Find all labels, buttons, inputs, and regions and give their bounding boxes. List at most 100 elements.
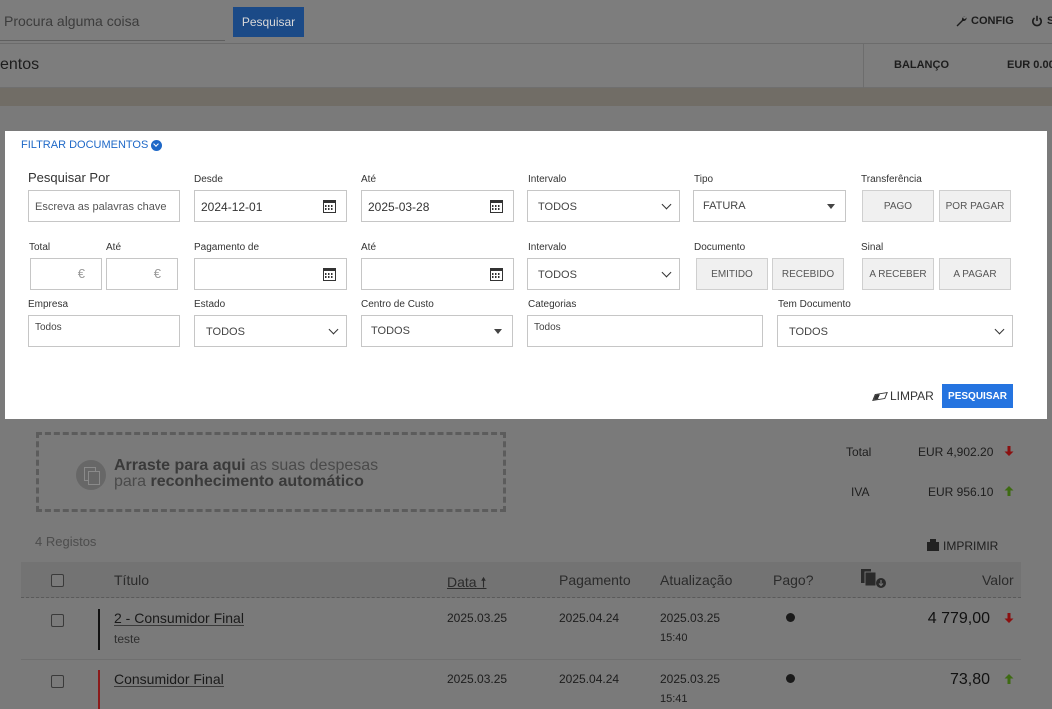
config-link[interactable]: CONFIG — [955, 15, 1014, 27]
logout-link[interactable]: S — [1031, 15, 1052, 27]
table-row[interactable]: 2 - Consumidor Final teste 2025.03.25 20… — [21, 599, 1021, 660]
filter-toggle[interactable]: FILTRAR DOCUMENTOS — [21, 139, 163, 151]
toggle-a-pagar[interactable]: A PAGAR — [939, 258, 1011, 290]
row-pagamento: 2025.04.24 — [559, 672, 620, 686]
calendar-icon[interactable] — [490, 268, 503, 281]
toggle-pago[interactable]: PAGO — [862, 190, 934, 222]
empresa-value: Todos — [35, 322, 62, 333]
sinal-label: Sinal — [861, 242, 884, 253]
intervalo-label: Intervalo — [528, 174, 567, 185]
estado-select[interactable]: TODOS — [194, 315, 347, 347]
balance-label: BALANÇO — [894, 59, 949, 71]
ate-label: Até — [361, 174, 377, 185]
toggle-emitido[interactable]: EMITIDO — [696, 258, 768, 290]
upload-dropzone[interactable]: Arraste para aqui as suas despesas para … — [36, 432, 506, 512]
total-label: Total — [29, 242, 51, 253]
column-pagamento[interactable]: Pagamento — [559, 572, 631, 588]
pagamento-label: Pagamento de — [194, 242, 260, 253]
filter-panel: FILTRAR DOCUMENTOS Pesquisar Por Escreva… — [5, 131, 1047, 419]
column-pago[interactable]: Pago? — [773, 572, 813, 588]
toggle-recebido[interactable]: RECEBIDO — [772, 258, 844, 290]
arrow-up-icon — [1004, 486, 1014, 496]
row-atualizacao-date: 2025.03.25 — [660, 611, 721, 625]
tipo-select[interactable]: FATURA — [693, 190, 846, 222]
calendar-icon[interactable] — [323, 200, 336, 213]
date-from-value: 2024-12-01 — [201, 200, 263, 214]
tem-documento-select[interactable]: TODOS — [777, 315, 1013, 347]
tipo-value: FATURA — [703, 200, 746, 212]
column-valor[interactable]: Valor — [982, 572, 1014, 588]
calendar-icon[interactable] — [323, 268, 336, 281]
search-button[interactable]: Pesquisar — [233, 7, 304, 37]
config-label: CONFIG — [971, 15, 1014, 27]
empresa-label: Empresa — [28, 299, 69, 310]
print-label: IMPRIMIR — [943, 539, 999, 553]
caret-down-icon — [827, 204, 835, 209]
document-download-icon[interactable] — [859, 568, 889, 590]
column-atualizacao[interactable]: Atualização — [660, 572, 732, 588]
keywords-input[interactable]: Escreva as palavras chave — [28, 190, 180, 222]
row-status-bar — [98, 609, 100, 650]
transferencia-label: Transferência — [861, 174, 922, 185]
tipo-label: Tipo — [694, 174, 714, 185]
paid-status-dot[interactable] — [786, 674, 795, 683]
toggle-a-receber[interactable]: A RECEBER — [862, 258, 934, 290]
column-titulo[interactable]: Título — [114, 572, 149, 588]
chevron-down-icon — [994, 324, 1005, 335]
intervalo2-label: Intervalo — [528, 242, 567, 253]
total-max-input[interactable]: € — [106, 258, 178, 290]
documents-icon — [76, 460, 106, 490]
search-wrapper — [0, 4, 225, 41]
payment-to-input[interactable] — [361, 258, 514, 290]
euro-icon: € — [77, 266, 85, 281]
clear-button[interactable]: LIMPAR — [872, 389, 934, 403]
intervalo2-select[interactable]: TODOS — [527, 258, 680, 290]
chevron-down-icon — [328, 324, 339, 335]
row-checkbox[interactable] — [51, 675, 64, 688]
search-input[interactable] — [4, 13, 219, 29]
empresa-input[interactable]: Todos — [28, 315, 180, 347]
row-title[interactable]: 2 - Consumidor Final — [114, 611, 244, 626]
search-submit-button[interactable]: PESQUISAR — [942, 384, 1013, 408]
chevron-down-icon — [661, 267, 672, 278]
title-bar: entos BALANÇO EUR 0.00 — [0, 44, 1052, 88]
row-title[interactable]: Consumidor Final — [114, 672, 224, 687]
documento-label: Documento — [694, 242, 746, 253]
page-title: entos — [0, 56, 40, 73]
estado-value: TODOS — [206, 326, 245, 338]
desde-label: Desde — [194, 174, 223, 185]
print-button[interactable]: IMPRIMIR — [927, 538, 999, 553]
date-to-input[interactable]: 2025-03-28 — [361, 190, 514, 222]
centro-custo-select[interactable]: TODOS — [361, 315, 513, 347]
dropzone-line2-bold: reconhecimento automático — [150, 473, 364, 490]
table-row[interactable]: Consumidor Final 2025.03.25 2025.04.24 2… — [21, 660, 1021, 709]
divider — [863, 44, 864, 88]
record-count: 4 Registos — [35, 534, 97, 549]
paid-status-dot[interactable] — [786, 613, 795, 622]
categorias-input[interactable]: Todos — [527, 315, 763, 347]
estado-label: Estado — [194, 299, 226, 310]
calendar-icon[interactable] — [490, 200, 503, 213]
total-min-input[interactable]: € — [30, 258, 102, 290]
column-data[interactable]: Data 🠕 — [447, 572, 486, 596]
filter-title-label: FILTRAR DOCUMENTOS — [21, 139, 149, 151]
row-checkbox[interactable] — [51, 614, 64, 627]
dropzone-line1-rest: as suas despesas — [245, 457, 379, 474]
payment-from-input[interactable] — [194, 258, 347, 290]
row-data: 2025.03.25 — [447, 611, 508, 625]
centro-custo-label: Centro de Custo — [361, 299, 434, 310]
date-from-input[interactable]: 2024-12-01 — [194, 190, 347, 222]
clear-label: LIMPAR — [890, 389, 934, 403]
decorative-stripe — [0, 88, 1052, 106]
arrow-down-icon — [1004, 446, 1014, 456]
column-data-label: Data — [447, 574, 477, 590]
row-subtitle: teste — [114, 632, 141, 646]
logout-label: S — [1047, 15, 1052, 27]
categorias-value: Todos — [534, 322, 561, 333]
summary-total-label: Total — [846, 445, 872, 459]
tem-documento-label: Tem Documento — [778, 299, 851, 310]
row-valor: 73,80 — [949, 671, 990, 688]
intervalo-select[interactable]: TODOS — [527, 190, 680, 222]
select-all-checkbox[interactable] — [51, 574, 64, 587]
toggle-por-pagar[interactable]: POR PAGAR — [939, 190, 1011, 222]
